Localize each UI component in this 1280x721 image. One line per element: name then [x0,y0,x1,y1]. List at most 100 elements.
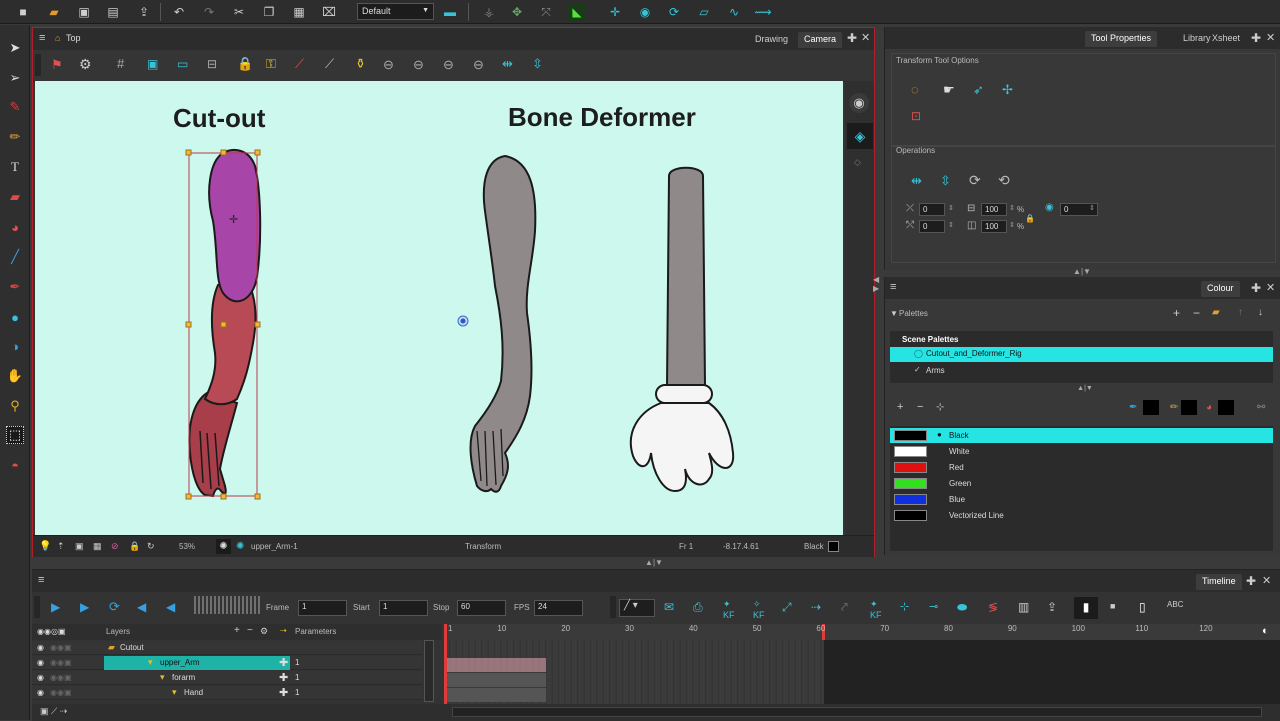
constant-icon[interactable]: ⤤ [841,600,848,615]
layer-order-4-icon[interactable]: ⊖ [473,57,484,73]
pin-status-icon[interactable]: ⇡ [57,541,65,552]
keyframe-mode-icon[interactable]: ✦ KF [870,599,882,620]
loop-icon[interactable]: ⟳ [665,3,683,21]
remove-keyframe-icon[interactable]: ✧ KF [753,599,765,620]
close-icon[interactable]: ✕ [1262,574,1271,587]
sound-icon[interactable]: ◀ [137,600,146,614]
timeline-options-icon[interactable]: ▣ ⟋ ⇢ [40,706,67,717]
select-arrow-icon[interactable]: ➤ [6,39,24,57]
layer-toggles-icon[interactable]: ◉◉▣ [50,643,72,652]
eye-icon[interactable]: ◉ [849,93,869,113]
insert-icon[interactable]: ⊹ [900,600,909,613]
colour-swatch-row[interactable]: ● Black [890,428,1273,443]
height-field[interactable]: 100 [981,220,1007,233]
label-icon[interactable]: ABC [1167,600,1183,609]
start-field[interactable]: 1 [379,600,428,616]
bone-rig-icon[interactable]: ⚲ [6,397,24,415]
close-icon[interactable]: ✕ [1266,281,1275,294]
camera-icon[interactable]: ⎙ [693,600,703,615]
breadcrumb[interactable]: Top [66,33,81,43]
layer-row[interactable]: ◉ ◉◉▣ ▾ upper_Arm ✚ 1 [32,656,422,670]
layers-icon[interactable]: ◈ [847,123,873,149]
add-view-icon[interactable]: ✚ [847,31,857,45]
add-colour-icon[interactable]: + [897,401,903,413]
stepper-icon[interactable]: ⇕ [948,221,954,229]
flip-vertical-icon[interactable]: ⇳ [532,56,543,72]
film-icon[interactable]: ▥ [1018,600,1029,614]
interpolation-select[interactable]: ╱ ▾ [619,599,655,617]
cut-icon[interactable]: ✂ [230,3,248,21]
rig-tool-icon[interactable]: ⚶ [480,3,498,21]
visibility-toggle-icon[interactable]: ◉◉◎▣ [37,627,66,636]
flip-vertical-op-icon[interactable]: ⇳ [940,173,951,189]
peg-select-icon[interactable]: ➶ [973,82,984,98]
snap-icon[interactable]: ✢ [1002,82,1013,98]
add-view-icon[interactable]: ✚ [1251,31,1261,45]
layer-row[interactable]: ◉ ◉◉▣ ▾ forarm ✚ 1 [32,671,422,685]
add-palette-icon[interactable]: + [1173,306,1180,320]
spline-offset-icon[interactable]: ◓ [6,456,24,474]
splitter-handle[interactable]: ▲|▼ [1065,385,1105,393]
fill-colour-swatch[interactable] [1181,400,1197,415]
layer-order-3-icon[interactable]: ⊖ [443,57,454,73]
layer-visibility-icon[interactable]: ◉ [37,673,44,682]
text-tool-icon[interactable]: T [6,158,24,176]
clipboard-icon[interactable]: ⌧ [320,3,338,21]
ease-icon[interactable]: ≶ [988,600,998,614]
side-splitter-handle[interactable]: ◀ ▶ [873,275,883,315]
zoom-level[interactable]: 53% [179,542,195,551]
colour-swatch-row[interactable]: Blue [890,492,1273,507]
collapse-icon[interactable]: ◇ [854,157,861,168]
fps-field[interactable]: 24 [534,600,583,616]
layer-visibility-icon[interactable]: ◉ [37,658,44,667]
colour-swatch-row[interactable]: Red [890,460,1273,475]
hand-icon[interactable]: ✋ [6,367,24,385]
morph-icon[interactable]: ◑ [6,337,24,355]
flip-horizontal-op-icon[interactable]: ⇹ [911,173,922,189]
playback-speed-slider[interactable] [194,596,262,614]
frame-icon[interactable]: ▣ [75,541,84,552]
contour-editor-icon[interactable]: ● [6,308,24,326]
small-square-icon[interactable]: ■ [1110,601,1115,611]
layer-order-1-icon[interactable]: ⊖ [383,57,394,73]
y-field[interactable]: 0 [919,220,945,233]
line-colour-swatch[interactable] [1143,400,1159,415]
pin-icon[interactable]: ⚑ [51,57,63,73]
rotate-ccw-icon[interactable]: ⟲ [998,172,1010,189]
colour-swatch[interactable] [894,478,927,489]
colour-options-icon[interactable]: ⊹ [936,402,944,413]
deformer-tube-arm[interactable] [629,166,735,493]
link-icon[interactable]: ⚯ [1257,402,1265,413]
deformer-arm[interactable] [469,154,537,493]
layer-row[interactable]: ◉ ◉◉▣ ▾ Hand ✚ 1 [32,686,422,700]
layer-toggles-icon[interactable]: ◉◉▣ [50,658,72,667]
colour-swatch-row[interactable]: Vectorized Line [890,508,1273,523]
splitter-handle[interactable]: ▲|▼ [632,558,676,568]
bounding-box-icon[interactable]: ⊡ [911,109,921,123]
layer-visibility-icon[interactable]: ◉ [37,643,44,652]
tab-timeline[interactable]: Timeline [1196,574,1242,590]
move-up-icon[interactable]: ↑ [1238,307,1243,318]
save-all-icon[interactable]: ▤ [104,3,122,21]
motion-icon[interactable]: ⤢ [782,600,792,615]
open-folder-icon[interactable]: ▰ [45,3,63,21]
stroke-icon[interactable]: ⟋ [325,56,334,72]
play-icon[interactable]: ▶ [51,600,60,614]
stop-field[interactable]: 60 [457,600,506,616]
import-icon[interactable]: ⇪ [135,3,153,21]
layer-row[interactable]: ◉ ◉◉▣ ▰ Cutout [32,641,422,655]
grid-icon[interactable]: # [117,56,124,71]
layer-visibility-icon[interactable]: ◉ [37,688,44,697]
animate-mode-icon[interactable]: ◣ [568,3,586,21]
exposure-block-forarm[interactable] [446,673,546,687]
stop-motion-icon[interactable]: ⇢ [811,600,821,614]
width-field[interactable]: 100 [981,203,1007,216]
close-icon[interactable]: ✕ [861,31,870,44]
sound-scrub-icon[interactable]: ◀ [166,600,175,614]
paint-bucket-icon[interactable]: ◕ [6,218,24,236]
paint-colour-swatch[interactable] [1218,400,1234,415]
close-icon[interactable]: ✕ [1266,31,1275,44]
dropper-icon[interactable]: ✒ [6,278,24,296]
remove-colour-icon[interactable]: − [917,401,923,413]
select-drawing-icon[interactable]: ☛ [943,82,955,98]
